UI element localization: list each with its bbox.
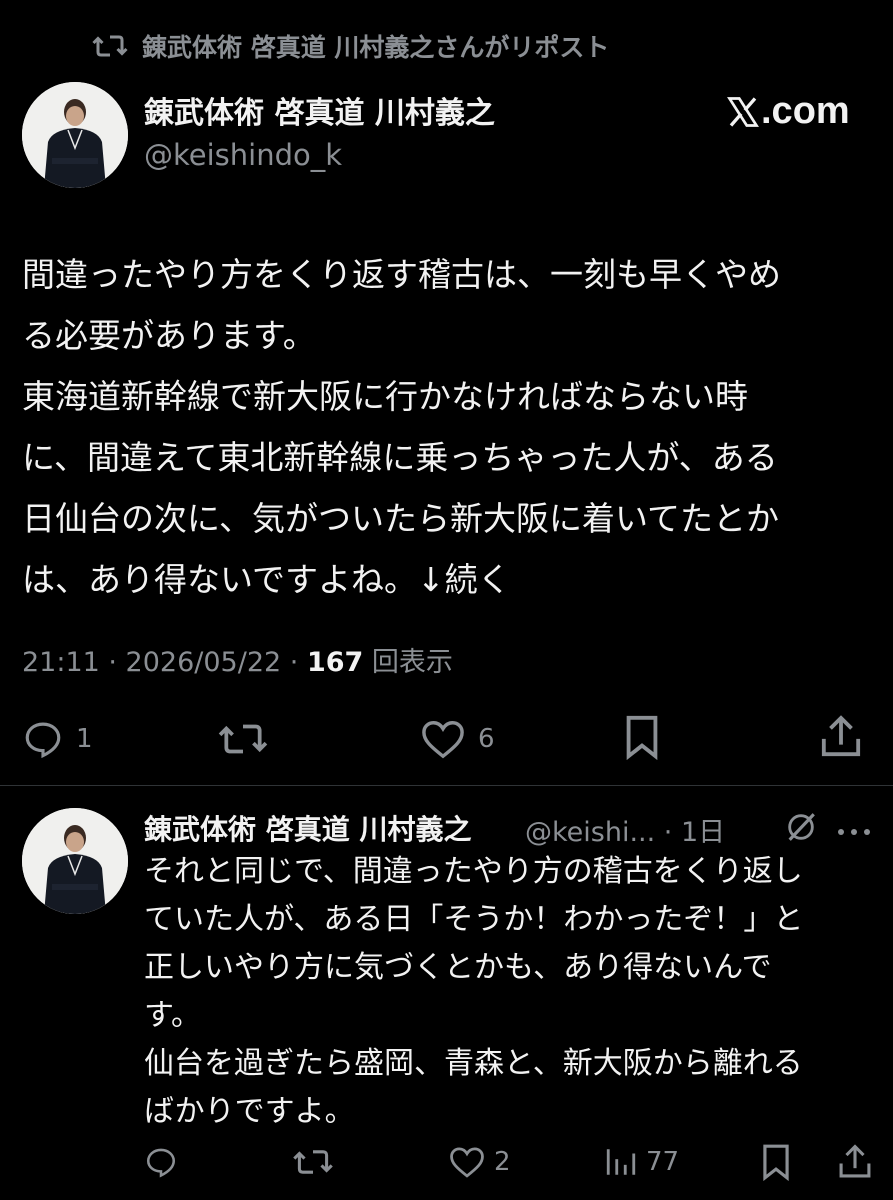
x-logo-icon (727, 96, 759, 127)
repost-icon (92, 35, 128, 57)
share-icon (839, 1144, 871, 1178)
reply-line: ばかりですよ。 (144, 1094, 355, 1129)
reply-line: 仙台を過ぎたら盛岡、青森と、新大阪から離れる (144, 1046, 803, 1081)
reply-line: す。 (144, 998, 201, 1033)
bookmark-icon (626, 715, 658, 760)
more-button[interactable] (836, 822, 872, 841)
reply-line: 正しいやり方に気づくとかも、あり得ないんで (144, 950, 772, 985)
share-icon (821, 715, 861, 757)
heart-icon (450, 1147, 484, 1178)
reply-repost-button[interactable] (292, 1145, 346, 1179)
timestamp[interactable]: 21:11 · 2026/05/22 · (22, 647, 307, 678)
tweet-text: 間違ったやり方をくり返す稽古は、一刻も早くやめ る必要があります。 東海道新幹線… (22, 244, 878, 610)
divider (0, 785, 893, 786)
bookmark-icon (763, 1144, 789, 1181)
like-count: 2 (494, 1147, 511, 1177)
repost-context[interactable]: 錬武体術 啓真道 川村義之さんがリポスト (92, 28, 609, 64)
like-button[interactable]: 6 (420, 718, 495, 760)
heart-icon (422, 721, 464, 759)
author-name[interactable]: 錬武体術 啓真道 川村義之 (144, 88, 495, 132)
logo-text: .com (761, 90, 850, 132)
tweet-meta: 21:11 · 2026/05/22 · 167 回表示 (22, 640, 453, 679)
repost-icon (218, 724, 268, 754)
tweet-line: 日仙台の次に、気がついたら新大阪に着いてたとか (22, 499, 780, 538)
tweet-line: 間違ったやり方をくり返す稽古は、一刻も早くやめ (22, 255, 781, 294)
grok-icon (788, 813, 815, 841)
reply-line: ていた人が、ある日「そうか！わかったぞ！」と (144, 902, 804, 937)
avatar-image (22, 808, 128, 914)
view-count: 77 (646, 1147, 680, 1177)
view-label: 回表示 (363, 647, 453, 678)
avatar[interactable] (22, 82, 128, 188)
grok-button[interactable] (784, 810, 818, 848)
x-com-logo: .com (725, 90, 850, 133)
reply-icon (146, 1148, 176, 1178)
reply-avatar[interactable] (22, 808, 128, 914)
repost-button[interactable] (218, 718, 280, 760)
repost-icon (293, 1150, 333, 1174)
reply-share-button[interactable] (838, 1143, 872, 1181)
reply-like-button[interactable]: 2 (448, 1145, 511, 1179)
bookmark-button[interactable] (622, 714, 662, 760)
reply-line: それと同じで、間違ったやり方の稽古をくり返し (144, 854, 803, 889)
views-icon (606, 1149, 636, 1175)
reply-icon (25, 722, 61, 759)
tweet-line: に、間違えて東北新幹線に乗っちゃった人が、ある (22, 438, 778, 477)
reply-author-handle[interactable]: @keishi... · 1日 (525, 810, 725, 849)
repost-label: 錬武体術 啓真道 川村義之さんがリポスト (142, 33, 610, 62)
author-handle[interactable]: @keishindo_k (144, 138, 342, 172)
reply-reply-button[interactable] (144, 1145, 190, 1179)
reply-bookmark-button[interactable] (760, 1143, 792, 1181)
reply-views-button[interactable]: 77 (604, 1145, 679, 1179)
tweet-line: 東海道新幹線で新大阪に行かなければならない時 (22, 377, 748, 416)
like-count: 6 (478, 724, 495, 754)
tweet-line: は、あり得ないですよね。↓続く (22, 560, 511, 599)
reply-author-name[interactable]: 錬武体術 啓真道 川村義之 (144, 808, 472, 848)
avatar-image (22, 82, 128, 188)
reply-text: それと同じで、間違ったやり方の稽古をくり返し ていた人が、ある日「そうか！わかっ… (144, 848, 884, 1136)
more-icon (838, 829, 870, 835)
reply-count: 1 (76, 724, 93, 754)
share-button[interactable] (820, 714, 862, 760)
tweet-line: る必要があります。 (22, 316, 316, 355)
view-count: 167 (306, 647, 364, 678)
reply-button[interactable]: 1 (22, 718, 93, 760)
